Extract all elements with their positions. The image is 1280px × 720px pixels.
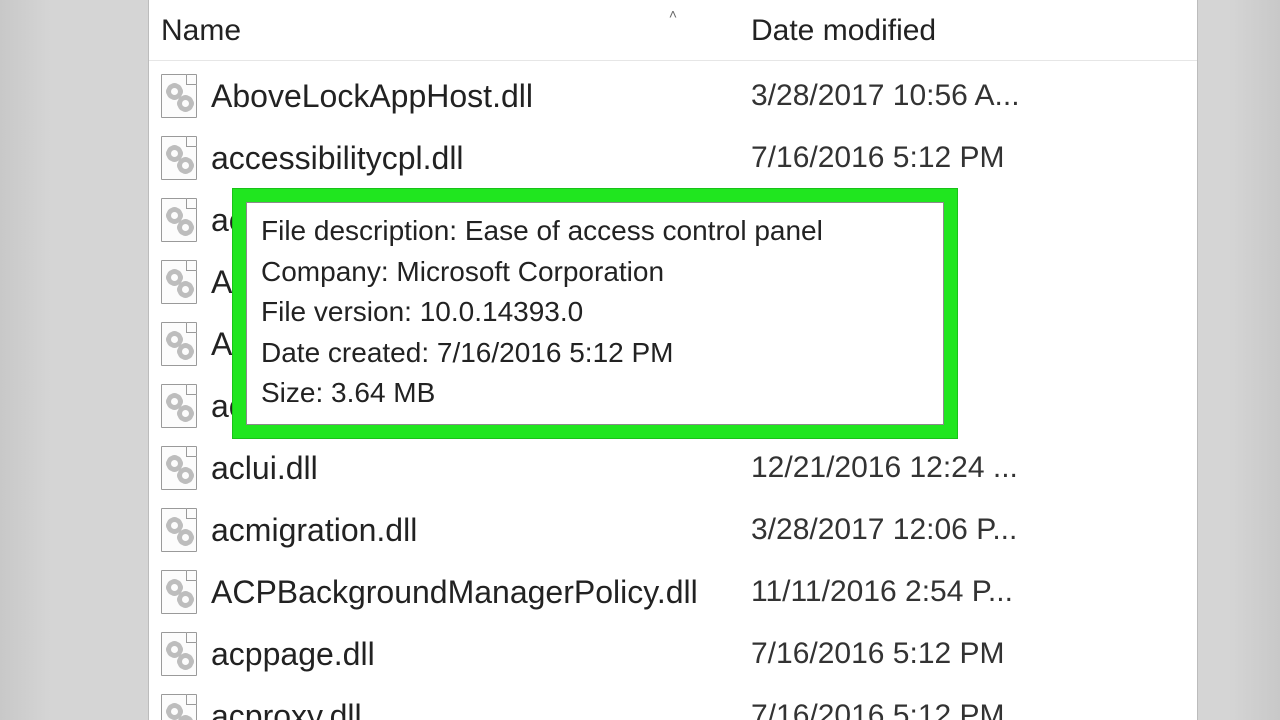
dll-file-icon xyxy=(161,198,197,242)
tooltip-line: Date created: 7/16/2016 5:12 PM xyxy=(261,333,929,374)
dll-file-icon xyxy=(161,384,197,428)
file-row[interactable]: acmigration.dll 3/28/2017 12:06 P... xyxy=(149,499,1197,561)
column-header-name[interactable]: Name xyxy=(161,14,241,47)
file-name: acmigration.dll xyxy=(211,512,417,549)
tooltip-line: Company: Microsoft Corporation xyxy=(261,252,929,293)
window-crop: ˄ Name Date modified AboveLockAppHost.dl… xyxy=(0,0,1280,720)
file-row[interactable]: acppage.dll 7/16/2016 5:12 PM xyxy=(149,623,1197,685)
file-date: 7/16/2016 5:12 PM xyxy=(751,699,1187,720)
file-name: acppage.dll xyxy=(211,636,375,673)
dll-file-icon xyxy=(161,74,197,118)
file-date: 7/16/2016 5:12 PM xyxy=(751,141,1187,175)
dll-file-icon xyxy=(161,570,197,614)
dll-file-icon xyxy=(161,632,197,676)
dll-file-icon xyxy=(161,508,197,552)
tooltip-line: Size: 3.64 MB xyxy=(261,373,929,414)
tooltip-line: File description: Ease of access control… xyxy=(261,211,929,252)
file-row[interactable]: ACPBackgroundManagerPolicy.dll 11/11/201… xyxy=(149,561,1197,623)
file-properties-tooltip: File description: Ease of access control… xyxy=(246,202,944,425)
file-row[interactable]: aclui.dll 12/21/2016 12:24 ... xyxy=(149,437,1197,499)
tooltip-line: File version: 10.0.14393.0 xyxy=(261,292,929,333)
file-date: 3/28/2017 10:56 A... xyxy=(751,79,1187,113)
dll-file-icon xyxy=(161,260,197,304)
tooltip-highlight: File description: Ease of access control… xyxy=(232,188,958,439)
file-row[interactable]: acproxy.dll 7/16/2016 5:12 PM xyxy=(149,685,1197,720)
file-name: aclui.dll xyxy=(211,450,318,487)
file-date: 12/21/2016 12:24 ... xyxy=(751,451,1187,485)
sort-ascending-icon: ˄ xyxy=(669,6,677,22)
file-date: 11/11/2016 2:54 P... xyxy=(751,575,1187,609)
dll-file-icon xyxy=(161,694,197,720)
file-name: ACPBackgroundManagerPolicy.dll xyxy=(211,574,698,611)
file-row[interactable]: AboveLockAppHost.dll 3/28/2017 10:56 A..… xyxy=(149,65,1197,127)
dll-file-icon xyxy=(161,322,197,366)
column-header-date[interactable]: Date modified xyxy=(751,14,936,47)
file-name: acproxy.dll xyxy=(211,698,362,720)
dll-file-icon xyxy=(161,136,197,180)
dll-file-icon xyxy=(161,446,197,490)
file-row[interactable]: accessibilitycpl.dll 7/16/2016 5:12 PM xyxy=(149,127,1197,189)
file-name: accessibilitycpl.dll xyxy=(211,140,464,177)
file-date: 7/16/2016 5:12 PM xyxy=(751,637,1187,671)
file-name: AboveLockAppHost.dll xyxy=(211,78,533,115)
file-date: 3/28/2017 12:06 P... xyxy=(751,513,1187,547)
